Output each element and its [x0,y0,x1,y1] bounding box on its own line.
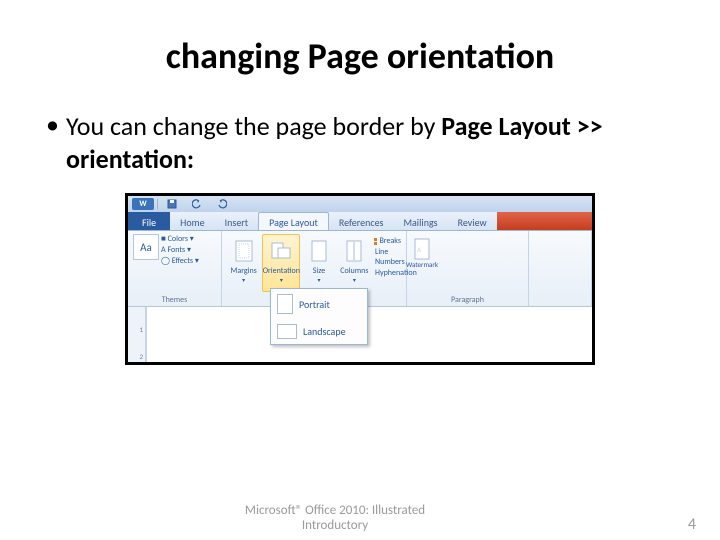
breaks-button[interactable]: Breaks [373,236,401,246]
chevron-down-icon: ▾ [280,276,283,284]
page-setup-small: Breaks Line Numbers bcHyphenation [373,234,401,292]
quick-access-toolbar: W [128,196,592,212]
themes-button[interactable]: Aa [133,234,159,260]
page-number: 4 [670,515,720,534]
columns-button[interactable]: Columns ▾ [338,234,371,292]
slide-title: changing Page orientation [40,34,680,78]
fonts-button[interactable]: A Fonts ▾ [161,245,199,255]
bullet-dot: • [46,110,66,175]
chevron-down-icon: ▾ [317,276,320,284]
ribbon-accent [497,212,592,230]
ruler-tick: 2 [128,352,145,361]
colors-button[interactable]: ■ Colors ▾ [161,234,199,244]
effects-button[interactable]: ◯ Effects ▾ [161,256,199,266]
line-numbers-button[interactable]: Line Numbers [373,247,401,267]
document-page[interactable] [146,307,592,362]
orientation-portrait-item[interactable]: Portrait [271,289,367,319]
tab-home[interactable]: Home [170,212,214,230]
ribbon-screenshot: W File Home Insert Page Layout Reference… [125,193,595,365]
size-icon [308,237,330,265]
themes-group-label: Themes [133,294,216,305]
landscape-icon [277,324,297,339]
watermark-icon: A [413,238,431,260]
arrange-group [529,231,592,306]
columns-icon [343,237,365,265]
orientation-button[interactable]: Orientation ▾ [262,234,300,292]
orientation-icon [270,237,292,265]
hyphenation-button[interactable]: bcHyphenation [373,268,401,278]
footer-text: Microsoft® Office 2010: Illustrated Intr… [0,504,670,534]
portrait-icon [277,294,293,314]
slide-footer: Microsoft® Office 2010: Illustrated Intr… [0,504,720,534]
portrait-label: Portrait [299,298,330,311]
redo-icon[interactable] [211,198,233,210]
bullet-text: You can change the page border by Page L… [66,110,680,175]
separator [157,199,158,209]
orientation-menu: Portrait Landscape [270,288,368,345]
chevron-down-icon: ▾ [242,276,245,284]
ribbon-tabs: File Home Insert Page Layout References … [128,212,592,231]
tab-file[interactable]: File [128,212,170,230]
margins-button[interactable]: Margins ▾ [227,234,260,292]
bullet-pre: You can change the page border by [66,110,441,142]
chevron-down-icon: ▾ [353,276,356,284]
bullet-item: • You can change the page border by Page… [46,110,680,175]
word-app-icon[interactable]: W [132,198,154,210]
size-button[interactable]: Size ▾ [302,234,335,292]
paragraph-group-label: Paragraph [412,294,523,305]
tab-insert[interactable]: Insert [215,212,259,230]
ruler-tick: 1 [128,325,145,334]
tab-review[interactable]: Review [448,212,497,230]
tab-mailings[interactable]: Mailings [393,212,447,230]
vertical-ruler: 1 2 [128,307,146,362]
breaks-icon [373,237,377,246]
page-background-group: A Watermark Paragraph [407,231,529,306]
themes-group: Aa ■ Colors ▾ A Fonts ▾ ◯ Effects ▾ Them… [128,231,222,306]
ribbon-frame: W File Home Insert Page Layout Reference… [125,193,595,365]
landscape-label: Landscape [303,325,346,338]
undo-icon[interactable] [186,198,208,210]
slide: changing Page orientation • You can chan… [0,0,720,540]
save-icon[interactable] [161,198,183,210]
orientation-landscape-item[interactable]: Landscape [271,319,367,344]
tab-page-layout[interactable]: Page Layout [258,212,329,230]
watermark-button[interactable]: A Watermark [412,238,432,269]
tab-references[interactable]: References [329,212,394,230]
margins-icon [233,237,255,265]
